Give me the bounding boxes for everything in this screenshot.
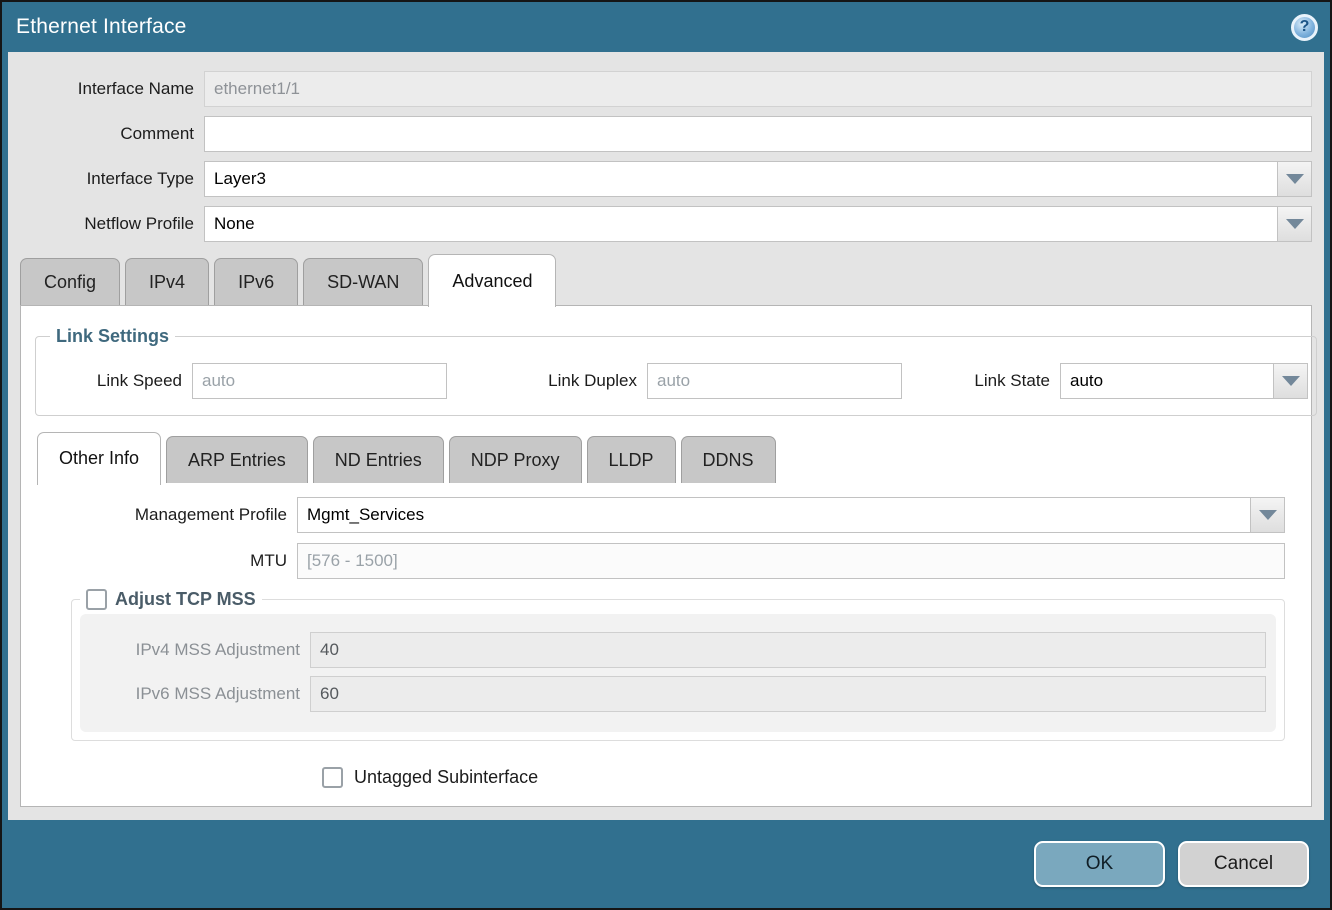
dialog-title: Ethernet Interface [16, 15, 187, 39]
sub-tab-strip: Other Info ARP Entries ND Entries NDP Pr… [35, 432, 1297, 483]
management-profile-dropdown[interactable] [297, 497, 1285, 533]
other-info-panel: Management Profile MTU Adjust TCP MSS [35, 497, 1297, 788]
comment-field[interactable] [204, 116, 1312, 152]
netflow-profile-dropdown[interactable] [204, 206, 1312, 242]
tab-arp-entries[interactable]: ARP Entries [166, 436, 308, 483]
ipv6-mss-label: IPv6 MSS Adjustment [80, 684, 310, 704]
dialog-footer: OK Cancel [2, 820, 1330, 908]
interface-name-row: Interface Name [8, 71, 1312, 107]
link-duplex-label: Link Duplex [495, 371, 647, 391]
chevron-down-icon [1259, 510, 1277, 520]
chevron-down-icon [1286, 219, 1304, 229]
comment-row: Comment [8, 116, 1312, 152]
link-state-label: Link State [962, 371, 1060, 391]
ipv4-mss-label: IPv4 MSS Adjustment [80, 640, 310, 660]
adjust-tcp-mss-label: Adjust TCP MSS [115, 589, 256, 610]
tab-ipv6[interactable]: IPv6 [214, 258, 298, 305]
untagged-subinterface-label: Untagged Subinterface [354, 767, 538, 788]
adjust-tcp-mss-group: Adjust TCP MSS IPv4 MSS Adjustment IPv6 … [71, 589, 1285, 741]
advanced-tab-panel: Link Settings Link Speed Link Duplex Lin… [20, 305, 1312, 807]
tab-ipv4[interactable]: IPv4 [125, 258, 209, 305]
tab-sd-wan[interactable]: SD-WAN [303, 258, 423, 305]
adjust-tcp-mss-legend: Adjust TCP MSS [80, 589, 262, 610]
tab-advanced[interactable]: Advanced [428, 254, 556, 307]
interface-type-row: Interface Type [8, 161, 1312, 197]
tab-ddns[interactable]: DDNS [681, 436, 776, 483]
link-settings-row: Link Speed Link Duplex Link State [44, 363, 1308, 399]
link-speed-field[interactable] [192, 363, 447, 399]
chevron-down-icon [1282, 376, 1300, 386]
tab-ndp-proxy[interactable]: NDP Proxy [449, 436, 582, 483]
interface-type-dropdown-button[interactable] [1277, 161, 1312, 197]
link-speed-label: Link Speed [44, 371, 192, 391]
ipv6-mss-row: IPv6 MSS Adjustment [80, 676, 1266, 712]
netflow-profile-value[interactable] [204, 206, 1277, 242]
interface-name-label: Interface Name [8, 79, 204, 99]
adjust-tcp-mss-checkbox[interactable] [86, 589, 107, 610]
top-form: Interface Name Comment Interface Type Ne… [8, 52, 1324, 242]
link-settings-group: Link Settings Link Speed Link Duplex Lin… [35, 326, 1317, 416]
tab-nd-entries[interactable]: ND Entries [313, 436, 444, 483]
interface-name-field [204, 71, 1312, 107]
dialog-body: Interface Name Comment Interface Type Ne… [8, 52, 1324, 820]
mtu-field[interactable] [297, 543, 1285, 579]
ethernet-interface-dialog: Ethernet Interface ? Interface Name Comm… [0, 0, 1332, 910]
ipv6-mss-field [310, 676, 1266, 712]
interface-type-dropdown[interactable] [204, 161, 1312, 197]
untagged-subinterface-checkbox[interactable] [322, 767, 343, 788]
main-tab-strip: Config IPv4 IPv6 SD-WAN Advanced [8, 254, 1324, 305]
ipv4-mss-row: IPv4 MSS Adjustment [80, 632, 1266, 668]
netflow-profile-dropdown-button[interactable] [1277, 206, 1312, 242]
management-profile-value[interactable] [297, 497, 1250, 533]
interface-type-value[interactable] [204, 161, 1277, 197]
tab-config[interactable]: Config [20, 258, 120, 305]
chevron-down-icon [1286, 174, 1304, 184]
interface-type-label: Interface Type [8, 169, 204, 189]
link-state-dropdown[interactable] [1060, 363, 1308, 399]
tab-other-info[interactable]: Other Info [37, 432, 161, 485]
comment-label: Comment [8, 124, 204, 144]
title-bar: Ethernet Interface ? [2, 2, 1330, 52]
mtu-row: MTU [35, 543, 1285, 579]
tab-lldp[interactable]: LLDP [587, 436, 676, 483]
management-profile-dropdown-button[interactable] [1250, 497, 1285, 533]
link-duplex-field[interactable] [647, 363, 902, 399]
ipv4-mss-field [310, 632, 1266, 668]
ok-button[interactable]: OK [1034, 841, 1165, 887]
management-profile-label: Management Profile [35, 505, 297, 525]
link-state-value[interactable] [1060, 363, 1273, 399]
cancel-button[interactable]: Cancel [1178, 841, 1309, 887]
link-settings-legend: Link Settings [50, 326, 175, 347]
link-state-dropdown-button[interactable] [1273, 363, 1308, 399]
netflow-profile-label: Netflow Profile [8, 214, 204, 234]
netflow-profile-row: Netflow Profile [8, 206, 1312, 242]
mtu-label: MTU [35, 551, 297, 571]
help-icon[interactable]: ? [1291, 14, 1318, 41]
management-profile-row: Management Profile [35, 497, 1285, 533]
untagged-subinterface-row: Untagged Subinterface [322, 767, 1297, 788]
mss-disabled-area: IPv4 MSS Adjustment IPv6 MSS Adjustment [80, 614, 1276, 732]
